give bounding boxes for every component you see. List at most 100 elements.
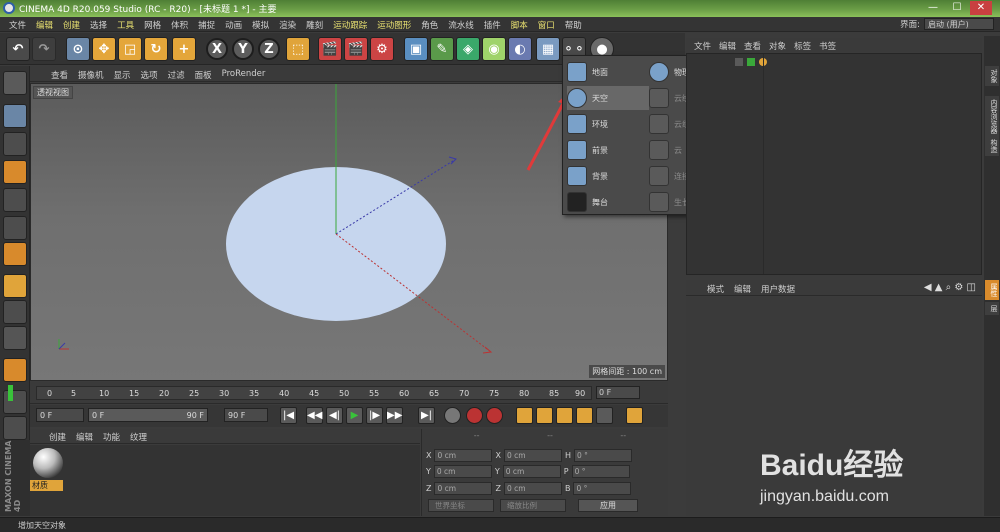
tweak-mode-icon[interactable] xyxy=(3,300,27,324)
coord-rot-p[interactable]: 0 ° xyxy=(571,465,630,478)
coord-size-z[interactable]: 0 cm xyxy=(503,482,562,495)
vp-menu-cameras[interactable]: 摄像机 xyxy=(73,69,109,81)
add-icon[interactable]: + xyxy=(172,37,196,61)
subdivision-icon[interactable]: ◈ xyxy=(456,37,480,61)
menu-file[interactable]: 文件 xyxy=(4,19,31,31)
model-mode-icon[interactable] xyxy=(3,104,27,128)
next-frame-button[interactable]: |▶ xyxy=(366,407,383,424)
cube-icon[interactable]: ▣ xyxy=(404,37,428,61)
world-mode-select[interactable]: 世界坐标 xyxy=(428,499,494,512)
render-settings-icon[interactable]: ⚙ xyxy=(370,37,394,61)
vp-menu-display[interactable]: 显示 xyxy=(109,69,136,81)
popup-item-stage[interactable]: 舞台 xyxy=(567,190,649,214)
om-menu-file[interactable]: 文件 xyxy=(690,40,715,52)
popup-item-floor[interactable]: 地面 xyxy=(567,60,649,84)
key-rotation-icon[interactable] xyxy=(556,407,573,424)
am-menu-edit[interactable]: 编辑 xyxy=(729,283,756,295)
goto-end-button[interactable]: ▶| xyxy=(418,407,435,424)
rotate-icon[interactable]: ↻ xyxy=(144,37,168,61)
key-position-icon[interactable] xyxy=(516,407,533,424)
timeline-window-icon[interactable] xyxy=(626,407,643,424)
vp-menu-view[interactable]: 查看 xyxy=(46,69,73,81)
range-slider[interactable]: 0 F 90 F xyxy=(88,408,208,422)
pen-icon[interactable]: ✎ xyxy=(430,37,454,61)
array-icon[interactable]: ◉ xyxy=(482,37,506,61)
vp-menu-filter[interactable]: 过滤 xyxy=(163,69,190,81)
timeline[interactable]: 0 5 10 15 20 25 30 35 40 45 50 55 60 65 … xyxy=(30,382,668,404)
menu-select[interactable]: 选择 xyxy=(85,19,112,31)
coord-pos-x[interactable]: 0 cm xyxy=(434,449,493,462)
tab-objects[interactable]: 对象 xyxy=(985,66,999,86)
timeline-playhead[interactable] xyxy=(8,385,13,401)
am-menu-mode[interactable]: 模式 xyxy=(702,283,729,295)
menu-snap[interactable]: 捕捉 xyxy=(193,19,220,31)
om-menu-view[interactable]: 查看 xyxy=(740,40,765,52)
tab-structure[interactable]: 构造 xyxy=(985,136,999,156)
maximize-button[interactable]: ☐ xyxy=(946,1,968,15)
menu-simulate[interactable]: 模拟 xyxy=(247,19,274,31)
om-menu-edit[interactable]: 编辑 xyxy=(715,40,740,52)
minimize-button[interactable]: — xyxy=(922,1,944,15)
lock-workplane-icon[interactable] xyxy=(3,390,27,414)
floor-icon[interactable]: ▦ xyxy=(536,37,560,61)
popup-item-environment[interactable]: 环境 xyxy=(567,112,649,136)
points-mode-icon[interactable] xyxy=(3,188,27,212)
render-picture-viewer-icon[interactable]: 🎬 xyxy=(344,37,368,61)
am-menu-userdata[interactable]: 用户数据 xyxy=(756,283,800,295)
play-button[interactable]: ▶ xyxy=(346,407,363,424)
menu-render[interactable]: 渲染 xyxy=(274,19,301,31)
material-label[interactable]: 材质 xyxy=(30,480,63,491)
vp-menu-prorender[interactable]: ProRender xyxy=(217,69,271,81)
tab-attributes[interactable]: 属性 xyxy=(985,280,999,300)
prev-key-button[interactable]: ◀◀ xyxy=(306,407,323,424)
coord-size-y[interactable]: 0 cm xyxy=(502,465,561,478)
live-select-icon[interactable]: ⊙ xyxy=(66,37,90,61)
visibility-icon[interactable] xyxy=(735,58,743,66)
tab-layers[interactable]: 层 xyxy=(985,302,999,315)
next-key-button[interactable]: ▶▶ xyxy=(386,407,403,424)
menu-volume[interactable]: 体积 xyxy=(166,19,193,31)
render-view-icon[interactable]: 🎬 xyxy=(318,37,342,61)
key-param-icon[interactable] xyxy=(576,407,593,424)
move-icon[interactable]: ✥ xyxy=(92,37,116,61)
menu-create[interactable]: 创建 xyxy=(58,19,85,31)
coord-pos-y[interactable]: 0 cm xyxy=(433,465,492,478)
z-axis-lock-icon[interactable]: Z xyxy=(258,38,280,60)
start-frame-field[interactable]: 0 F xyxy=(36,408,84,422)
make-editable-icon[interactable] xyxy=(3,71,27,95)
menu-plugins[interactable]: 插件 xyxy=(479,19,506,31)
texture-mode-icon[interactable] xyxy=(3,132,27,156)
menu-sculpt[interactable]: 雕刻 xyxy=(301,19,328,31)
om-menu-bookmarks[interactable]: 书签 xyxy=(815,40,840,52)
menu-script[interactable]: 脚本 xyxy=(506,19,533,31)
menu-help[interactable]: 帮助 xyxy=(560,19,587,31)
y-axis-lock-icon[interactable]: Y xyxy=(232,38,254,60)
key-pla-icon[interactable] xyxy=(596,407,613,424)
key-scale-icon[interactable] xyxy=(536,407,553,424)
popup-item-sky[interactable]: 天空 xyxy=(567,86,649,110)
material-preview[interactable] xyxy=(33,448,63,478)
vp-menu-options[interactable]: 选项 xyxy=(136,69,163,81)
coord-rot-h[interactable]: 0 ° xyxy=(573,449,632,462)
mat-menu-function[interactable]: 功能 xyxy=(98,431,125,443)
polygons-mode-icon[interactable] xyxy=(3,242,27,266)
snap-icon[interactable] xyxy=(3,326,27,350)
menu-tools[interactable]: 工具 xyxy=(112,19,139,31)
object-manager-panel[interactable] xyxy=(686,53,982,275)
undo-icon[interactable]: ↶ xyxy=(6,37,30,61)
current-frame-field[interactable]: 0 F xyxy=(596,386,640,399)
deformer-icon[interactable]: ◐ xyxy=(508,37,532,61)
check-icon[interactable] xyxy=(747,58,755,66)
scale-mode-select[interactable]: 缩放比例 xyxy=(500,499,566,512)
mat-menu-texture[interactable]: 纹理 xyxy=(125,431,152,443)
material-manager-panel[interactable]: 材质 xyxy=(30,445,420,516)
close-button[interactable]: ✕ xyxy=(970,1,992,15)
am-nav-icons[interactable]: ◀ ▲ ⌕ ⚙ ◫ xyxy=(924,282,976,293)
om-menu-objects[interactable]: 对象 xyxy=(765,40,790,52)
vp-menu-panel[interactable]: 面板 xyxy=(190,69,217,81)
axis-mode-icon[interactable] xyxy=(3,274,27,298)
apply-button[interactable]: 应用 xyxy=(578,499,638,512)
om-menu-tags[interactable]: 标签 xyxy=(790,40,815,52)
scale-icon[interactable]: ◲ xyxy=(118,37,142,61)
workplane-mode-icon[interactable] xyxy=(3,160,27,184)
